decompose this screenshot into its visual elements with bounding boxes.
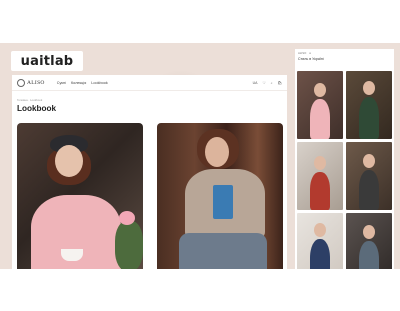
nav-actions: UA ♡ ⌕ 🛍 [253,81,282,85]
mobile-photo-grid [297,71,392,269]
site-logo[interactable]: ALISO [17,78,45,87]
head-shape [314,83,326,97]
mobile-photo[interactable] [346,213,392,269]
figure-shape [310,239,330,269]
figure-shape [359,241,379,269]
face-shape [55,145,83,177]
logo-circle-icon [17,78,25,87]
mobile-photo[interactable] [297,213,343,269]
head-shape [363,81,375,95]
figure-shape [310,99,330,139]
menu-item[interactable]: Lookbook [91,81,107,85]
menu-item[interactable]: Колекція [71,81,86,85]
lookbook-photo-beige-sweater[interactable] [157,123,283,269]
page-title: Lookbook [17,104,57,113]
mobile-top-bar: ALISO ≡ [295,49,394,57]
face-shape [205,137,229,167]
figure-shape [310,172,330,210]
search-icon[interactable]: ⌕ [271,81,273,85]
cup-shape [61,249,83,261]
head-shape [363,225,375,239]
main-menu: Сукні Колекція Lookbook [57,81,108,85]
menu-item[interactable]: Сукні [57,81,66,85]
menu-icon[interactable]: ≡ [309,51,311,55]
figure-shape [359,97,379,139]
heart-icon[interactable]: ♡ [262,81,265,85]
bag-icon[interactable]: 🛍 [278,81,282,85]
lookbook-photo-pink-sweater[interactable] [17,123,143,269]
desktop-mockup: ALISO Сукні Колекція Lookbook UA ♡ ⌕ 🛍 Г… [12,75,287,269]
mobile-photo[interactable] [346,71,392,139]
top-nav: ALISO Сукні Колекція Lookbook UA ♡ ⌕ 🛍 [12,75,287,91]
book-shape [213,185,233,219]
mobile-photo[interactable] [297,142,343,210]
mobile-page-title: Стиль в Україні [298,57,324,61]
logo-text: ALISO [27,79,45,86]
mobile-logo[interactable]: ALISO [298,51,306,55]
head-shape [314,223,326,237]
uaitlab-logo: uaitlab [11,51,83,71]
jeans-shape [179,233,267,269]
breadcrumb: Головна · Lookbook [17,98,43,102]
flower-shape [119,211,135,225]
plant-shape [115,221,143,269]
mobile-photo[interactable] [297,71,343,139]
head-shape [363,154,375,168]
brand-name: uaitlab [20,53,74,69]
figure-shape [359,170,379,210]
mobile-photo[interactable] [346,142,392,210]
mobile-mockup: ALISO ≡ Стиль в Україні [295,49,394,269]
head-shape [314,156,326,170]
language-switch[interactable]: UA [253,81,258,85]
